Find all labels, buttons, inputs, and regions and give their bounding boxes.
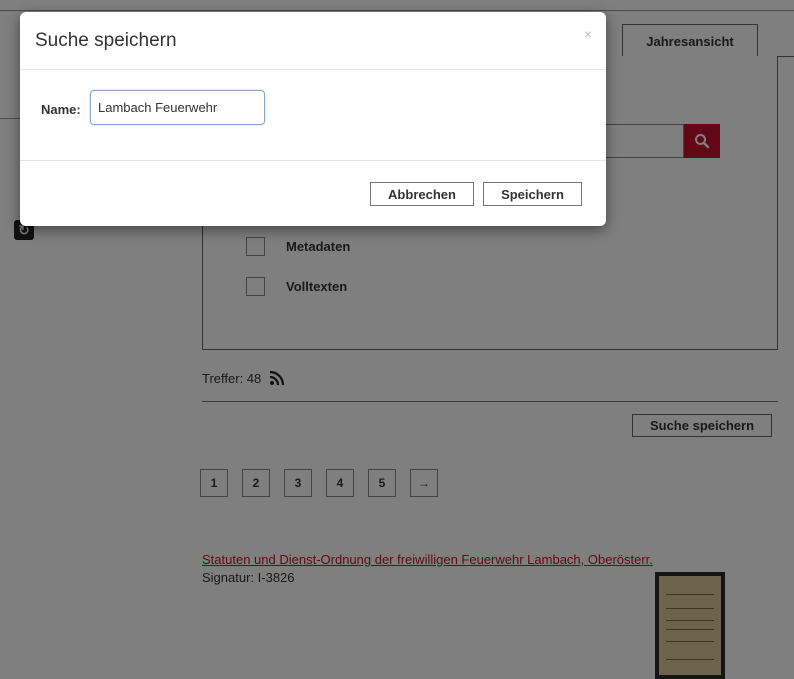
dialog-body: Name: <box>20 70 606 161</box>
dialog-title: Suche speichern <box>35 30 177 51</box>
cancel-button[interactable]: Abbrechen <box>370 182 474 206</box>
name-input[interactable] <box>90 90 265 125</box>
save-button[interactable]: Speichern <box>483 182 582 206</box>
close-icon[interactable]: × <box>584 26 592 42</box>
dialog-footer: Abbrechen Speichern <box>20 161 606 225</box>
dialog-header: Suche speichern × <box>20 12 606 70</box>
name-label: Name: <box>41 102 81 117</box>
save-search-dialog: Suche speichern × Name: Abbrechen Speich… <box>20 12 606 226</box>
